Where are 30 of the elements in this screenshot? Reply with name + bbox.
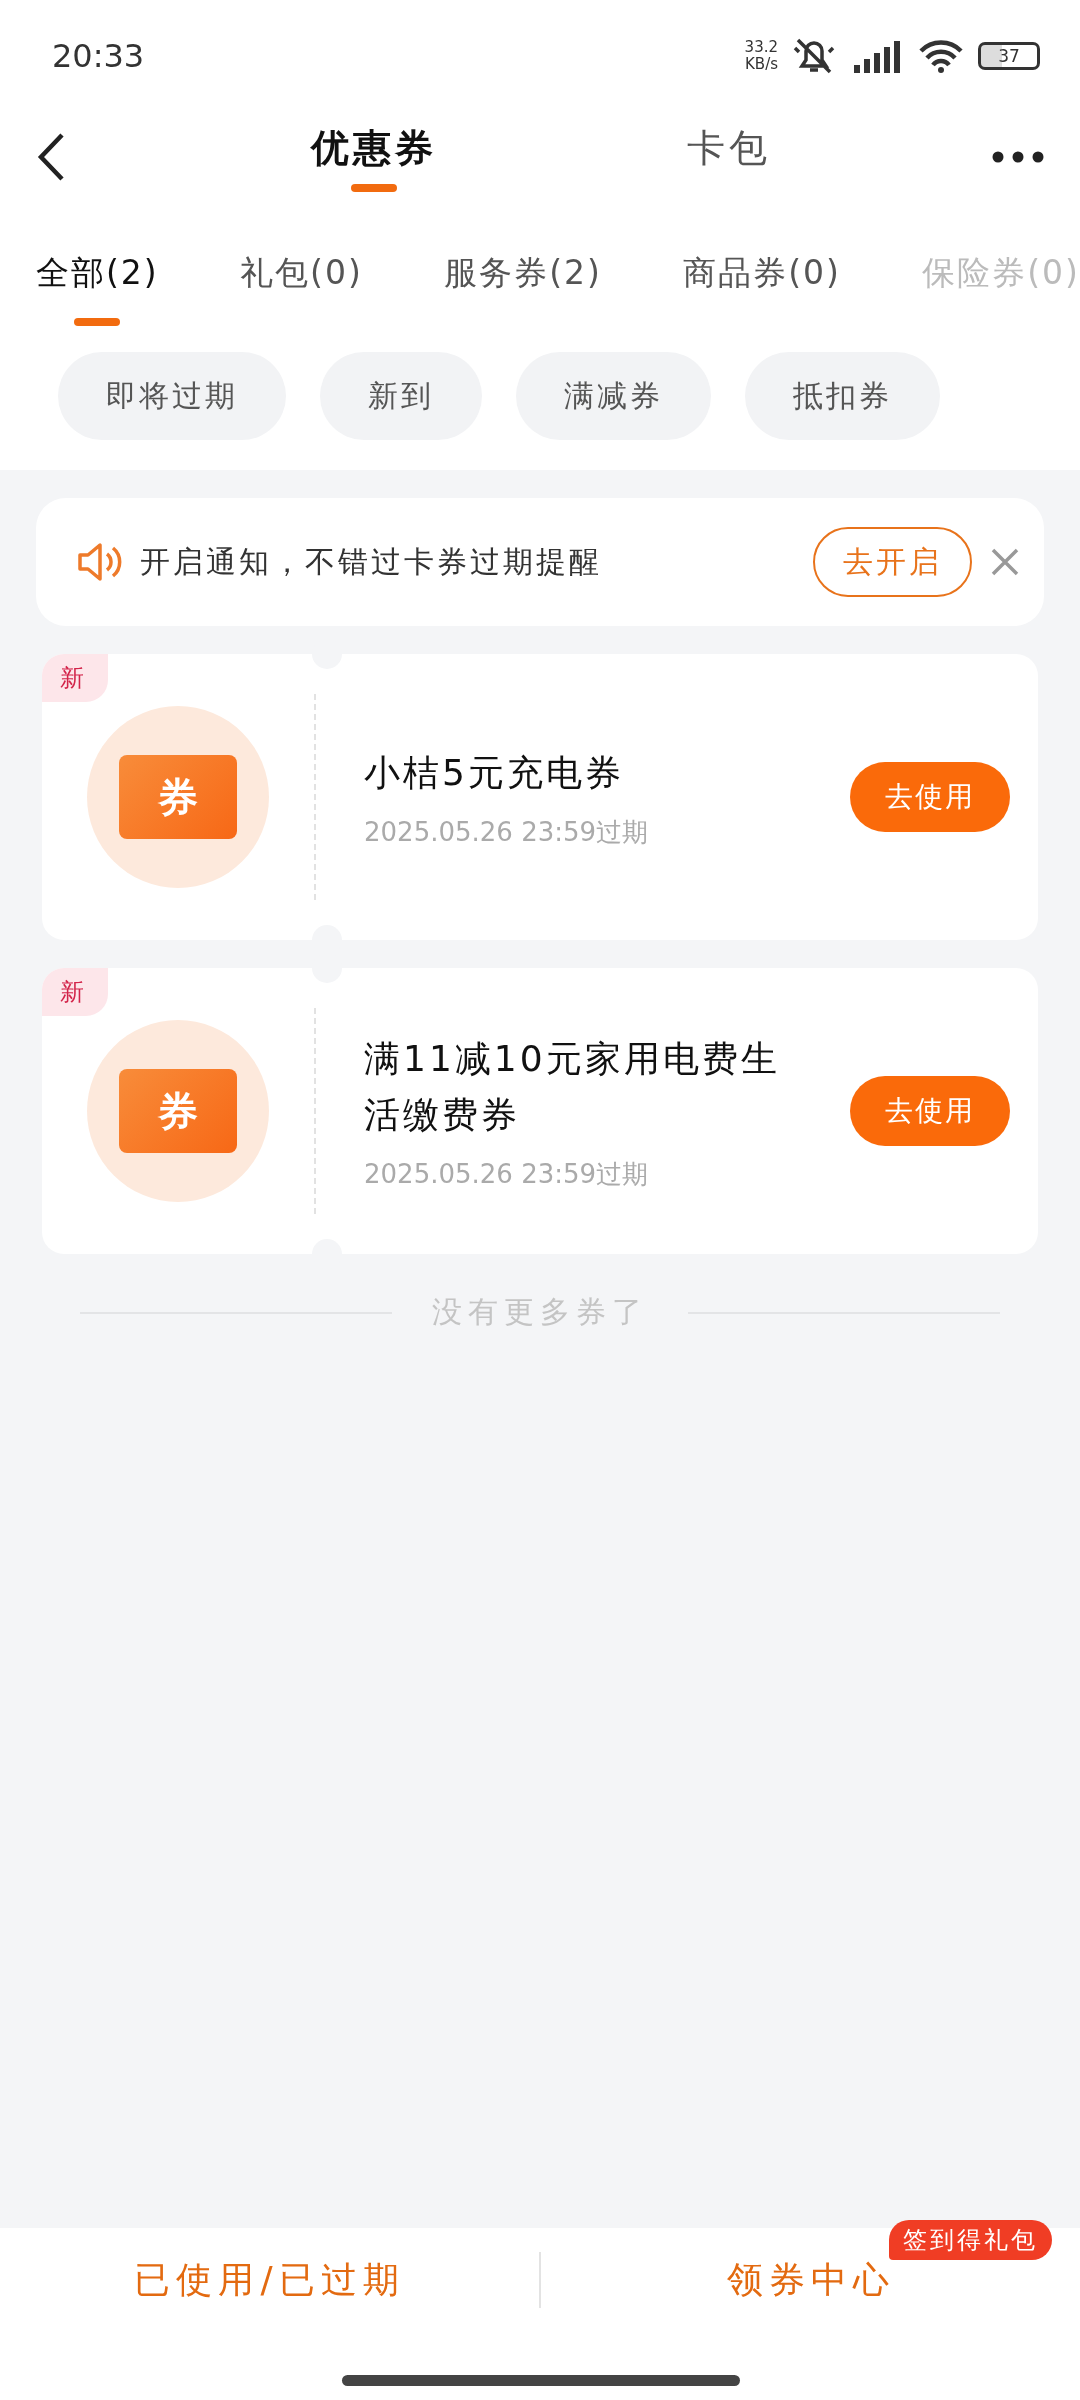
new-badge: 新 [42,968,108,1016]
category-tab[interactable]: 商品券(0) [683,238,841,326]
notice-text: 开启通知，不错过卡券过期提醒 [140,542,603,581]
clock: 20:33 [52,37,145,75]
expiry-text: 2025.05.26 23:59过期 [364,815,650,849]
coupon-title: 小桔5元充电券 [364,750,625,795]
muted-bell-icon [792,36,836,76]
category-tab[interactable]: 全部(2) [36,238,159,326]
new-badge: 新 [42,654,108,702]
filter-chip[interactable]: 满减券 [516,352,711,440]
header-tab[interactable]: 优惠券 [311,122,437,192]
close-icon[interactable] [990,547,1020,577]
category-tab[interactable]: 服务券(2) [444,238,602,326]
header-tab[interactable]: 卡包 [687,122,771,192]
filter-chip[interactable]: 即将过期 [58,352,286,440]
coupon-title: 满11减10元家用电费生活缴费券 [364,1036,781,1137]
expiry-text: 2025.05.26 23:59过期 [364,1157,650,1191]
network-speed: 33.2 [744,39,778,56]
battery-icon: 37 [978,42,1040,70]
category-tab[interactable]: 礼包(0) [240,238,363,326]
wifi-icon [918,38,964,74]
speaker-icon [76,541,122,583]
back-icon[interactable] [36,132,66,182]
checkin-badge: 签到得礼包 [889,2220,1052,2260]
filter-chip[interactable]: 新到 [320,352,482,440]
more-icon[interactable] [992,151,1044,163]
ticket-icon: 券 [119,755,237,839]
network-speed-unit: KB/s [745,56,778,73]
filter-chip[interactable]: 抵扣券 [745,352,940,440]
ticket-icon: 券 [119,1069,237,1153]
